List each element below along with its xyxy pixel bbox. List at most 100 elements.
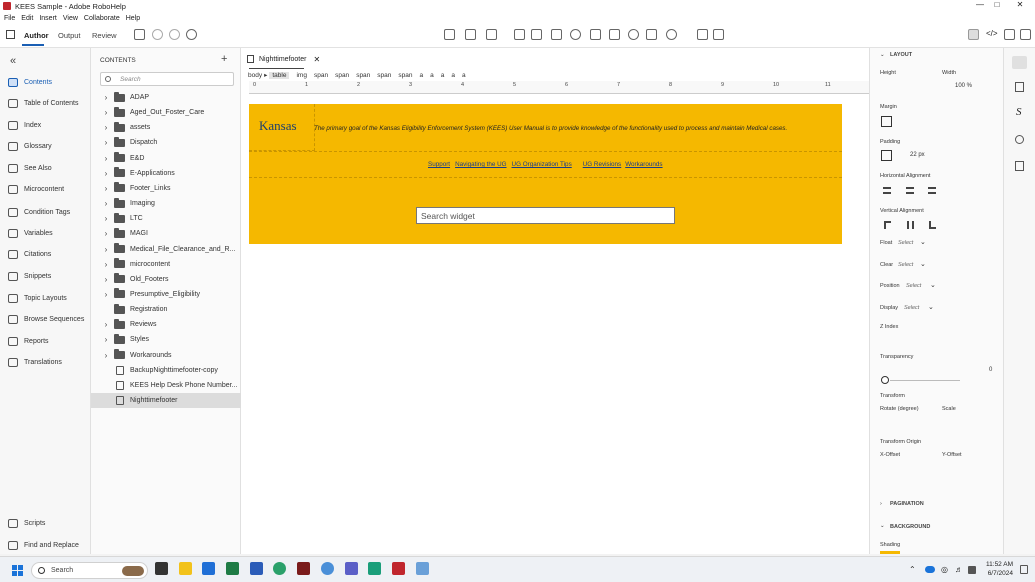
multilevel-list-icon[interactable] — [486, 29, 497, 40]
menu-help[interactable]: Help — [126, 15, 140, 22]
nav-citations[interactable]: Citations — [8, 250, 51, 259]
insert-image-icon[interactable] — [531, 29, 542, 40]
breadcrumb-element[interactable]: span — [335, 72, 349, 79]
margin-box-icon[interactable] — [881, 116, 892, 127]
notes-icon[interactable] — [368, 562, 381, 575]
nav-snippets[interactable]: Snippets — [8, 272, 51, 281]
nav-browse-sequences[interactable]: Browse Sequences — [8, 315, 84, 324]
breadcrumb-element[interactable]: table — [269, 71, 290, 79]
insert-table-icon[interactable] — [514, 29, 525, 40]
display-select[interactable]: Select — [904, 305, 919, 311]
tree-folder[interactable]: › Styles — [91, 332, 241, 347]
tree-folder[interactable]: › microcontent — [91, 257, 241, 272]
nav-variables[interactable]: Variables — [8, 229, 53, 238]
width-value[interactable]: 100 % — [955, 83, 972, 89]
collapse-panel-icon[interactable]: « — [10, 55, 16, 67]
tab-review[interactable]: Review — [92, 31, 117, 40]
outlook-icon[interactable] — [202, 562, 215, 575]
topic-properties-icon[interactable] — [1015, 82, 1024, 92]
chevron-right-icon[interactable]: › — [101, 123, 111, 132]
undo-icon[interactable] — [152, 29, 163, 40]
display-chevron-icon[interactable]: ⌄ — [928, 303, 934, 311]
align-right-icon[interactable] — [928, 187, 936, 194]
volume-icon[interactable]: ♬ — [955, 565, 963, 574]
tab-output[interactable]: Output — [58, 31, 81, 40]
breadcrumb-element[interactable]: img — [296, 72, 306, 79]
nav-see-also[interactable]: See Also — [8, 164, 52, 173]
insert-variable-icon[interactable] — [609, 29, 620, 40]
float-chevron-icon[interactable]: ⌄ — [920, 238, 926, 246]
tree-folder[interactable]: › E-Applications — [91, 166, 241, 181]
chevron-right-icon[interactable]: › — [101, 93, 111, 102]
tray-chevron-icon[interactable]: ⌃ — [909, 565, 916, 574]
notifications-icon[interactable] — [1020, 565, 1028, 574]
tree-folder[interactable]: › Imaging — [91, 196, 241, 211]
tree-folder[interactable]: › E&D — [91, 151, 241, 166]
insert-video-icon[interactable] — [551, 29, 562, 40]
padding-box-icon[interactable] — [881, 150, 892, 161]
clear-select[interactable]: Select — [898, 262, 913, 268]
word-icon[interactable] — [250, 562, 263, 575]
tree-folder[interactable]: › Medical_File_Clearance_and_R... — [91, 242, 241, 257]
tree-folder[interactable]: Registration — [91, 302, 241, 317]
close-icon[interactable]: ✕ — [1010, 0, 1030, 9]
position-select[interactable]: Select — [906, 283, 921, 289]
breadcrumb-element[interactable]: a — [430, 72, 434, 79]
numbered-list-icon[interactable] — [465, 29, 476, 40]
breadcrumb-element[interactable]: a — [451, 72, 455, 79]
edit-mode-icon[interactable] — [968, 29, 979, 40]
taskbar-search[interactable]: Search — [31, 562, 148, 579]
check-icon[interactable] — [1015, 135, 1024, 144]
chevron-right-icon[interactable]: › — [101, 154, 111, 163]
breadcrumb-element[interactable]: a — [420, 72, 424, 79]
nav-toc[interactable]: Table of Contents — [8, 99, 78, 108]
horizontal-line-icon[interactable] — [646, 29, 657, 40]
nav-translations[interactable]: Translations — [8, 358, 62, 367]
nav-topic-layouts[interactable]: Topic Layouts — [8, 294, 67, 303]
wifi-icon[interactable]: ◎ — [941, 565, 948, 574]
link-org-tips[interactable]: UG Organization Tips — [512, 161, 572, 168]
align-center-icon[interactable] — [906, 187, 914, 194]
menu-view[interactable]: View — [63, 15, 78, 22]
tree-folder[interactable]: › Aged_Out_Foster_Care — [91, 105, 241, 120]
nav-condition-tags[interactable]: Condition Tags — [8, 208, 70, 217]
chevron-right-icon[interactable]: › — [101, 138, 111, 147]
layout-chevron-icon[interactable]: ⌄ — [880, 52, 885, 58]
insert-more-icon[interactable] — [666, 29, 677, 40]
chevron-right-icon[interactable]: › — [101, 290, 111, 299]
exit-icon[interactable] — [1020, 29, 1031, 40]
search-widget[interactable]: Search widget — [416, 207, 675, 224]
chevron-right-icon[interactable]: › — [101, 214, 111, 223]
chevron-right-icon[interactable]: › — [101, 199, 111, 208]
properties-tab-icon[interactable] — [1012, 56, 1027, 69]
breadcrumb-element[interactable]: body — [248, 72, 262, 79]
background-chevron-icon[interactable]: ⌄ — [880, 523, 885, 529]
menu-edit[interactable]: Edit — [21, 15, 33, 22]
breadcrumb-element[interactable]: span — [377, 72, 391, 79]
float-select[interactable]: Select — [898, 240, 913, 246]
menu-insert[interactable]: Insert — [39, 15, 57, 22]
tree-file[interactable]: KEES Help Desk Phone Number... — [91, 378, 241, 393]
excel-icon[interactable] — [226, 562, 239, 575]
nav-contents[interactable]: Contents — [8, 78, 52, 87]
nav-index[interactable]: Index — [8, 121, 41, 130]
nav-microcontent[interactable]: Microcontent — [8, 185, 64, 194]
link-workarounds[interactable]: Workarounds — [625, 161, 662, 168]
chevron-right-icon[interactable]: › — [101, 245, 111, 254]
footer-table[interactable]: Kansas The primary goal of the Kansas El… — [249, 104, 842, 244]
tree-folder[interactable]: › Old_Footers — [91, 272, 241, 287]
link-navigating[interactable]: Navigating the UG — [455, 161, 506, 168]
windows-start-icon[interactable] — [12, 565, 23, 576]
chevron-right-icon[interactable]: › — [101, 108, 111, 117]
transparency-value[interactable]: 0 — [989, 367, 992, 373]
save-icon[interactable] — [134, 29, 145, 40]
robohelp-taskbar-icon[interactable] — [297, 562, 310, 575]
tree-folder[interactable]: › assets — [91, 120, 241, 135]
styles-icon[interactable]: S — [1016, 106, 1022, 118]
edge-icon[interactable] — [273, 562, 286, 575]
chevron-right-icon[interactable]: › — [101, 229, 111, 238]
breadcrumb-element[interactable]: a — [441, 72, 445, 79]
add-icon[interactable]: + — [221, 53, 227, 65]
chevron-right-icon[interactable]: › — [101, 320, 111, 329]
pagination-chevron-icon[interactable]: › — [880, 501, 882, 507]
